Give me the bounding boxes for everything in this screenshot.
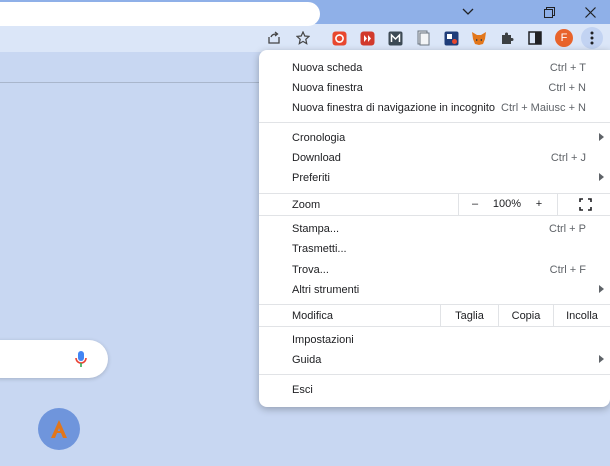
menu-item-bookmarks[interactable]: Preferiti (259, 168, 610, 188)
menu-item-label: Nuova scheda (292, 62, 363, 74)
zoom-divider (458, 194, 459, 216)
menu-item-downloads[interactable]: Download Ctrl + J (259, 148, 610, 168)
paste-button[interactable]: Incolla (554, 310, 610, 322)
menu-item-label: Altri strumenti (292, 284, 360, 296)
address-bar[interactable] (0, 2, 320, 26)
submenu-arrow-icon (599, 285, 604, 293)
side-panel-icon[interactable] (526, 30, 544, 46)
extension-record-icon[interactable] (330, 30, 348, 46)
menu-item-more-tools[interactable]: Altri strumenti (259, 280, 610, 300)
menu-separator (259, 215, 610, 216)
extension-metamask-fox-icon[interactable] (470, 30, 488, 46)
menu-item-label: Trasmetti... (292, 243, 347, 255)
zoom-divider (557, 194, 558, 216)
close-window-icon[interactable] (570, 0, 610, 24)
submenu-arrow-icon (599, 173, 604, 181)
menu-item-label: Esci (292, 384, 313, 396)
profile-avatar[interactable]: F (555, 29, 573, 47)
menu-item-shortcut: Ctrl + T (549, 62, 586, 74)
menu-item-shortcut: Ctrl + J (550, 152, 586, 164)
menu-item-label: Trova... (292, 264, 329, 276)
menu-separator (259, 326, 610, 327)
zoom-label: Zoom (292, 199, 321, 211)
extension-blue-square-icon[interactable] (442, 30, 460, 46)
submenu-arrow-icon (599, 133, 604, 141)
menu-item-settings[interactable]: Impostazioni (259, 330, 610, 350)
google-search-box[interactable] (0, 340, 108, 378)
menu-item-shortcut: Ctrl + F (549, 264, 586, 276)
extensions-puzzle-icon[interactable] (498, 30, 516, 46)
zoom-out-button[interactable]: – (465, 198, 485, 210)
submenu-arrow-icon (599, 355, 604, 363)
menu-item-label: Guida (292, 354, 322, 366)
more-menu-kebab-icon[interactable] (581, 27, 603, 49)
extension-document-icon[interactable] (414, 30, 432, 46)
menu-item-label: Nuova finestra di navigazione in incogni… (292, 102, 496, 114)
zoom-row: Zoom – 100% + (259, 194, 610, 216)
voice-search-mic-icon[interactable] (75, 350, 87, 373)
menu-item-shortcut: Ctrl + Maiusc + N (501, 102, 586, 114)
chrome-main-menu: Nuova scheda Ctrl + T Nuova finestra Ctr… (259, 50, 610, 407)
menu-item-label: Impostazioni (292, 334, 354, 346)
menu-item-shortcut: Ctrl + N (548, 82, 586, 94)
zoom-level-value: 100% (492, 198, 522, 210)
restore-window-icon[interactable] (529, 0, 569, 24)
menu-item-exit[interactable]: Esci (259, 380, 610, 400)
edit-label: Modifica (292, 310, 333, 322)
menu-item-new-tab[interactable]: Nuova scheda Ctrl + T (259, 58, 610, 78)
bookmark-star-icon[interactable] (295, 30, 311, 46)
menu-item-label: Cronologia (292, 132, 346, 144)
shortcut-tile-icon[interactable] (38, 408, 80, 450)
menu-item-print[interactable]: Stampa... Ctrl + P (259, 219, 610, 239)
tab-search-chevron-icon[interactable] (448, 0, 488, 24)
menu-item-new-incognito-window[interactable]: Nuova finestra di navigazione in incogni… (259, 98, 610, 118)
menu-item-cast[interactable]: Trasmetti... (259, 239, 610, 259)
zoom-in-button[interactable]: + (529, 198, 549, 210)
fullscreen-icon[interactable] (577, 198, 593, 214)
menu-item-label: Preferiti (292, 172, 330, 184)
extension-m-icon[interactable] (386, 30, 404, 46)
menu-separator (259, 122, 610, 123)
copy-button[interactable]: Copia (499, 310, 553, 322)
cut-button[interactable]: Taglia (441, 310, 498, 322)
menu-item-help[interactable]: Guida (259, 350, 610, 370)
menu-item-label: Nuova finestra (292, 82, 363, 94)
menu-item-find[interactable]: Trova... Ctrl + F (259, 260, 610, 280)
edit-row: Modifica Taglia Copia Incolla (259, 305, 610, 327)
share-icon[interactable] (266, 30, 282, 46)
menu-item-shortcut: Ctrl + P (549, 223, 586, 235)
menu-item-new-window[interactable]: Nuova finestra Ctrl + N (259, 78, 610, 98)
menu-item-label: Stampa... (292, 223, 340, 235)
menu-item-label: Download (292, 152, 341, 164)
page-divider (0, 82, 300, 83)
menu-item-history[interactable]: Cronologia (259, 128, 610, 148)
menu-separator (259, 374, 610, 375)
extension-forward-icon[interactable] (358, 30, 376, 46)
